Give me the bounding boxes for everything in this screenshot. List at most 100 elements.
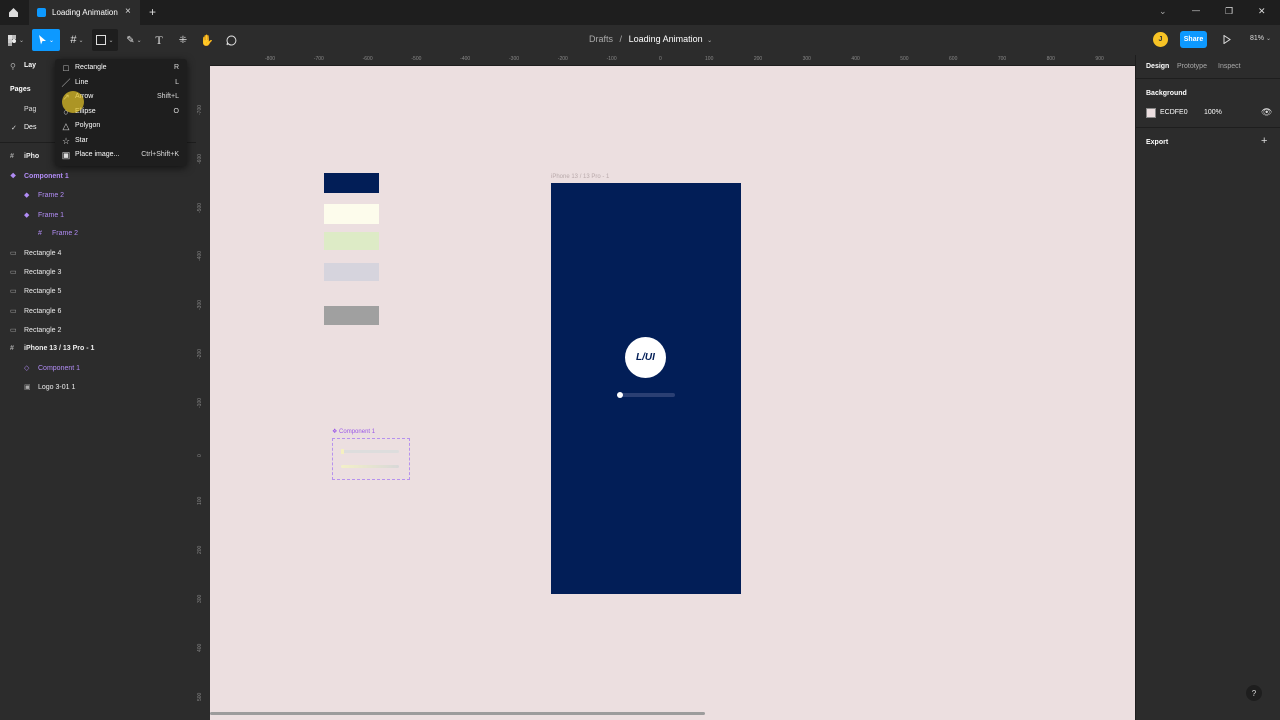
layer-item[interactable]: ▭ Rectangle 3 — [10, 268, 61, 276]
ruler-tick-label: -600 — [197, 153, 203, 164]
resources-button[interactable]: ⁜ — [175, 29, 191, 51]
layer-item[interactable]: # iPhone 13 / 13 Pro - 1 — [10, 345, 94, 352]
help-button[interactable]: ? — [1246, 685, 1262, 701]
layer-item[interactable]: ◇ Component 1 — [24, 364, 80, 372]
tab-inspect[interactable]: Inspect — [1218, 63, 1241, 70]
tab-layers[interactable]: Lay — [24, 62, 36, 69]
swatch-rectangle-green[interactable] — [324, 232, 379, 250]
component-frame[interactable] — [332, 438, 410, 480]
menu-item-label: Star — [75, 136, 88, 144]
minimize-icon[interactable]: — — [1192, 6, 1200, 15]
ruler-tick-label: 200 — [753, 56, 763, 62]
ruler-tick-label: -400 — [460, 56, 471, 62]
menu-item-rectangle[interactable]: □ Rectangle R — [55, 61, 187, 75]
menu-item-line[interactable]: ／ Line L — [55, 76, 187, 90]
layer-item[interactable]: ◆ Frame 2 — [24, 191, 64, 199]
shape-tool-button[interactable]: ⌄ — [92, 29, 118, 51]
component-bar-track-2 — [341, 465, 399, 468]
title-bar: Loading Animation × + ⌄ — ❐ ✕ — [0, 0, 1280, 25]
visibility-eye-icon[interactable]: 👁 — [1261, 107, 1272, 118]
comment-icon — [226, 34, 236, 45]
page-item-1[interactable]: Pag — [24, 106, 36, 113]
file-tab[interactable]: Loading Animation × — [29, 0, 140, 25]
close-tab-icon[interactable]: × — [125, 6, 131, 17]
add-export-button[interactable]: + — [1261, 135, 1267, 147]
iphone-frame[interactable]: L/UI — [551, 183, 741, 594]
main-menu-icon[interactable]: ⌄ — [6, 29, 26, 51]
layer-item[interactable]: ▭ Rectangle 2 — [10, 326, 61, 334]
ruler-tick-label: -800 — [264, 56, 276, 62]
file-menu-chevron-icon[interactable]: ⌄ — [707, 38, 712, 44]
menu-item-place-image[interactable]: ▣ Place image... Ctrl+Shift+K — [55, 148, 187, 162]
comment-tool-button[interactable] — [223, 29, 239, 51]
design-canvas[interactable]: iPhone 13 / 13 Pro - 1 L/UI ❖ Component … — [210, 66, 1135, 720]
present-button[interactable] — [1223, 34, 1231, 46]
ruler-tick-label: -100 — [606, 56, 617, 62]
user-avatar[interactable]: J — [1153, 32, 1168, 47]
ruler-tick-label: -100 — [197, 397, 203, 408]
tab-prototype[interactable]: Prototype — [1177, 63, 1207, 70]
breadcrumb-file-name[interactable]: Loading Animation — [629, 34, 703, 44]
layer-item[interactable]: ▣ Logo 3-01 1 — [24, 383, 75, 391]
menu-item-label: Place image... — [75, 151, 120, 158]
breadcrumb-drafts[interactable]: Drafts — [589, 34, 613, 44]
layer-label: Rectangle 3 — [24, 269, 62, 277]
home-icon[interactable] — [8, 7, 19, 18]
search-icon[interactable]: ⚲ — [10, 62, 16, 71]
move-tool-button[interactable]: ⌄ — [32, 29, 60, 51]
rectangle-icon: □ — [63, 63, 69, 73]
layer-type-icon: ◇ — [24, 365, 30, 373]
new-tab-button[interactable]: + — [149, 5, 156, 19]
background-hex-input[interactable]: ECDFE0 — [1160, 109, 1188, 116]
page-item-2[interactable]: Des — [24, 124, 36, 131]
text-tool-button[interactable]: T — [151, 29, 167, 51]
pages-heading: Pages — [10, 86, 31, 93]
tab-design[interactable]: Design — [1146, 63, 1169, 70]
top-ruler: -800 -700 -600 -500 -400 -300 -200 -100 0 100 200 3… — [196, 55, 1154, 66]
breadcrumb: Drafts / Loading Animation ⌄ — [589, 34, 712, 44]
background-opacity-input[interactable]: 100% — [1204, 109, 1222, 116]
swatch-rectangle-gray[interactable] — [324, 306, 379, 325]
logo[interactable]: L/UI — [625, 337, 666, 378]
layer-item[interactable]: ◆ Frame 1 — [24, 211, 64, 219]
background-heading: Background — [1146, 90, 1187, 97]
layer-item[interactable]: # iPho — [10, 153, 39, 160]
breadcrumb-separator: / — [619, 34, 623, 44]
component-label[interactable]: ❖ Component 1 — [332, 428, 375, 435]
star-icon: ☆ — [61, 135, 71, 146]
ruler-tick-label: -700 — [197, 104, 203, 115]
horizontal-scrollbar[interactable] — [210, 712, 705, 715]
swatch-rectangle-cream[interactable] — [324, 204, 379, 224]
swatch-rectangle-navy[interactable] — [324, 173, 379, 193]
layer-item[interactable]: ▭ Rectangle 4 — [10, 249, 61, 257]
layer-type-icon: ▭ — [10, 288, 17, 296]
layer-item[interactable]: ▭ Rectangle 5 — [10, 287, 61, 295]
component-bar-fill-1 — [341, 449, 344, 454]
restore-icon[interactable]: ❐ — [1225, 6, 1233, 17]
cursor-icon — [38, 35, 46, 45]
layer-item[interactable]: ❖ Component 1 — [10, 172, 69, 180]
pen-tool-button[interactable]: ✎ ⌄ — [122, 29, 146, 51]
layer-item[interactable]: ▭ Rectangle 6 — [10, 307, 61, 315]
layer-type-icon: ◆ — [24, 211, 30, 219]
ruler-tick-label: 600 — [949, 56, 958, 62]
layer-item[interactable]: # Frame 2 — [38, 230, 78, 237]
hand-tool-button[interactable]: ✋ — [199, 29, 215, 51]
frame-label[interactable]: iPhone 13 / 13 Pro - 1 — [551, 174, 609, 180]
layer-type-icon: # — [38, 229, 42, 237]
layer-type-icon: ❖ — [10, 173, 17, 181]
zoom-dropdown[interactable]: 81% ⌄ — [1250, 35, 1271, 42]
tab-title: Loading Animation — [52, 8, 118, 17]
menu-item-star[interactable]: ☆ Star — [55, 134, 187, 148]
share-button[interactable]: Share — [1180, 31, 1207, 48]
frame-tool-button[interactable]: # ⌄ — [66, 29, 88, 51]
menu-item-polygon[interactable]: △ Polygon — [55, 119, 187, 133]
layer-type-icon: ▣ — [24, 384, 31, 392]
layer-type-icon: ▭ — [10, 326, 17, 334]
swatch-rectangle-lavender[interactable] — [324, 263, 379, 281]
window-dropdown-icon[interactable]: ⌄ — [1159, 6, 1167, 17]
background-color-swatch[interactable] — [1146, 108, 1156, 118]
pen-icon: ✎ — [126, 34, 135, 46]
polygon-icon: △ — [62, 121, 70, 131]
close-window-icon[interactable]: ✕ — [1258, 6, 1266, 17]
